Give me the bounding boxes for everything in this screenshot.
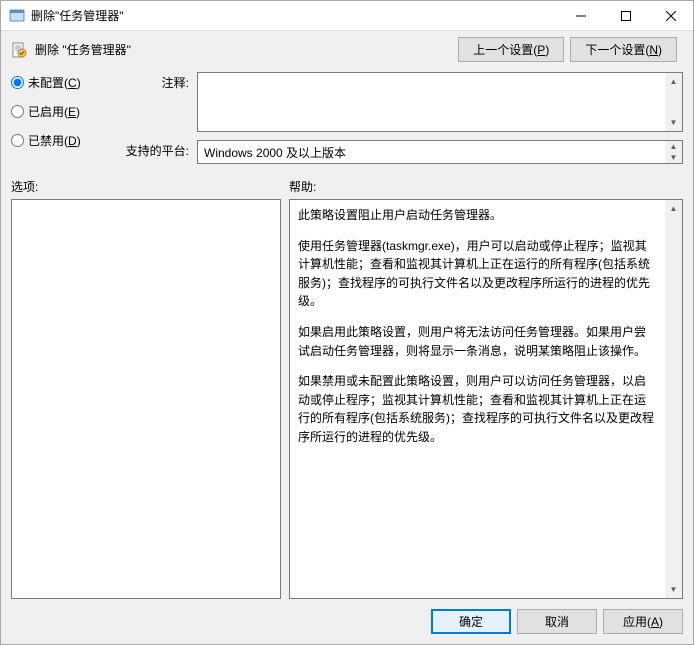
options-panel [11,199,281,599]
help-label: 帮助: [289,178,316,195]
scroll-up-icon[interactable]: ▲ [665,200,682,217]
options-body [12,200,280,598]
panels-row: 此策略设置阻止用户启动任务管理器。 使用任务管理器(taskmgr.exe)，用… [11,199,683,599]
header-row: 删除 "任务管理器" 上一个设置(P) 下一个设置(N) [11,37,683,62]
scroll-up-icon[interactable]: ▲ [665,141,682,152]
scroll-down-icon[interactable]: ▼ [665,152,682,163]
scroll-up-icon[interactable]: ▲ [665,73,682,90]
apply-button[interactable]: 应用(A) [603,609,683,634]
next-setting-label: 下一个设置 [585,43,645,57]
help-p4: 如果禁用或未配置此策略设置，则用户可以访问任务管理器，以启动或停止程序；监视其计… [298,372,657,446]
cancel-button[interactable]: 取消 [517,609,597,634]
window: 删除"任务管理器" 删除 "任务管理器" [0,0,694,645]
previous-setting-button[interactable]: 上一个设置(P) [458,37,564,62]
radio-disabled-input[interactable] [11,134,24,147]
footer-buttons: 确定 取消 应用(A) [11,609,683,634]
radio-not-configured-input[interactable] [11,76,24,89]
close-button[interactable] [648,1,693,30]
radio-enabled-label: 已启用 [28,105,64,119]
policy-title: 删除 "任务管理器" [35,41,450,58]
help-body: 此策略设置阻止用户启动任务管理器。 使用任务管理器(taskmgr.exe)，用… [290,200,665,598]
radio-disabled-key: D [68,134,77,148]
platform-label: 支持的平台: [119,140,189,159]
ok-button[interactable]: 确定 [431,609,511,634]
scroll-track[interactable] [665,90,682,114]
radio-enabled-input[interactable] [11,105,24,118]
titlebar: 删除"任务管理器" [1,1,693,31]
comment-label: 注释: [119,72,189,91]
window-title: 删除"任务管理器" [31,7,558,24]
comment-text[interactable] [198,73,665,131]
radio-not-configured[interactable]: 未配置(C) [11,74,111,91]
radio-enabled[interactable]: 已启用(E) [11,103,111,120]
previous-setting-key: P [537,43,545,57]
radio-disabled-label: 已禁用 [28,134,64,148]
radio-disabled[interactable]: 已禁用(D) [11,132,111,149]
window-controls [558,1,693,30]
content-area: 删除 "任务管理器" 上一个设置(P) 下一个设置(N) 未配置(C) 已启 [1,31,693,644]
app-icon [9,8,25,24]
help-p2: 使用任务管理器(taskmgr.exe)，用户可以启动或停止程序；监视其计算机性… [298,237,657,311]
minimize-button[interactable] [558,1,603,30]
comment-scrollbar[interactable]: ▲ ▼ [665,73,682,131]
radio-enabled-key: E [68,105,76,119]
maximize-button[interactable] [603,1,648,30]
help-panel: 此策略设置阻止用户启动任务管理器。 使用任务管理器(taskmgr.exe)，用… [289,199,683,599]
top-grid: 未配置(C) 已启用(E) 已禁用(D) 注释: ▲ ▼ [11,72,683,164]
help-scrollbar[interactable]: ▲ ▼ [665,200,682,598]
nav-buttons: 上一个设置(P) 下一个设置(N) [458,37,677,62]
platform-field: Windows 2000 及以上版本 ▲ ▼ [197,140,683,164]
scroll-down-icon[interactable]: ▼ [665,114,682,131]
radio-not-configured-key: C [68,76,77,90]
comment-textarea[interactable]: ▲ ▼ [197,72,683,132]
next-setting-key: N [649,43,658,57]
platform-scrollbar[interactable]: ▲ ▼ [665,141,682,163]
help-p1: 此策略设置阻止用户启动任务管理器。 [298,206,657,225]
radio-not-configured-label: 未配置 [28,76,64,90]
options-label: 选项: [11,178,289,195]
scroll-down-icon[interactable]: ▼ [665,581,682,598]
scroll-track[interactable] [665,217,682,581]
apply-label: 应用 [623,615,647,629]
policy-icon [11,42,27,58]
next-setting-button[interactable]: 下一个设置(N) [570,37,677,62]
help-p3: 如果启用此策略设置，则用户将无法访问任务管理器。如果用户尝试启动任务管理器，则将… [298,323,657,360]
apply-key: A [651,615,659,629]
previous-setting-label: 上一个设置 [473,43,533,57]
mid-labels: 选项: 帮助: [11,178,683,195]
state-radio-group: 未配置(C) 已启用(E) 已禁用(D) [11,72,111,149]
platform-text: Windows 2000 及以上版本 [198,141,665,163]
